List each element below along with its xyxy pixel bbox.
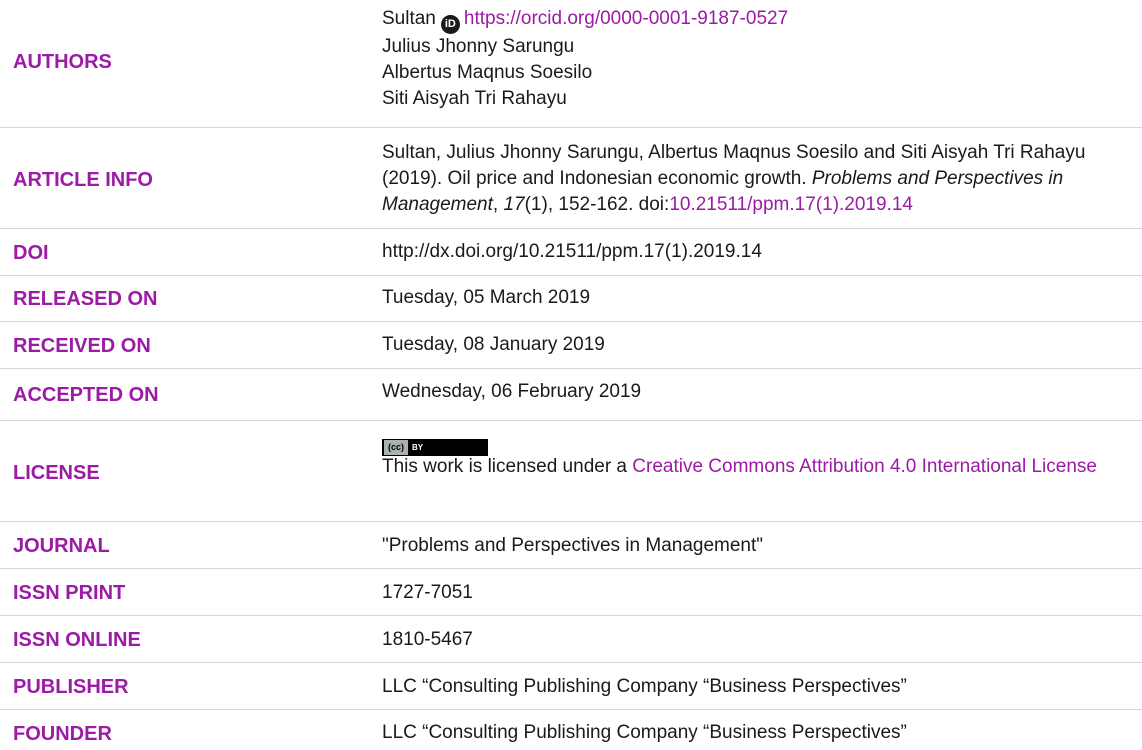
accepted-row: ACCEPTED ON Wednesday, 06 February 2019 <box>0 369 1142 421</box>
doi-row: DOI http://dx.doi.org/10.21511/ppm.17(1)… <box>0 229 1142 276</box>
accepted-value: Wednesday, 06 February 2019 <box>382 381 642 402</box>
license-value: (cc) BY This work is licensed under a Cr… <box>382 432 1122 480</box>
cc-by-badge-icon[interactable]: (cc) BY <box>382 439 488 456</box>
authors-label: AUTHORS <box>13 51 112 73</box>
released-value: Tuesday, 05 March 2019 <box>382 287 591 308</box>
issn-online-value: 1810-5467 <box>382 629 473 650</box>
issn-online-label: ISSN ONLINE <box>13 629 141 651</box>
by-icon: BY <box>412 443 424 452</box>
issn-print-label: ISSN PRINT <box>13 582 126 604</box>
founder-value: LLC “Consulting Publishing Company “Busi… <box>382 722 907 743</box>
license-row: LICENSE (cc) BY This work is licensed un… <box>0 421 1142 522</box>
license-link[interactable]: Creative Commons Attribution 4.0 Interna… <box>632 456 1097 477</box>
publisher-label: PUBLISHER <box>13 676 129 698</box>
publisher-value: LLC “Consulting Publishing Company “Busi… <box>382 676 907 697</box>
authors-row: AUTHORS Sultan iD https://orcid.org/0000-0… <box>0 0 1142 128</box>
issn-online-row: ISSN ONLINE 1810-5467 <box>0 616 1142 663</box>
received-value: Tuesday, 08 January 2019 <box>382 334 605 355</box>
author-item: Albertus Maqnus Soesilo <box>382 62 593 83</box>
citation-doi-link[interactable]: 10.21511/ppm.17(1).2019.14 <box>669 194 913 215</box>
received-row: RECEIVED ON Tuesday, 08 January 2019 <box>0 322 1142 369</box>
released-row: RELEASED ON Tuesday, 05 March 2019 <box>0 276 1142 322</box>
author-name: Sultan <box>382 8 436 29</box>
founder-row: FOUNDER LLC “Consulting Publishing Compa… <box>0 710 1142 750</box>
cc-icon: (cc) <box>384 440 409 455</box>
article-info-value: Sultan, Julius Jhonny Sarungu, Albertus … <box>382 140 1112 218</box>
journal-value: "Problems and Perspectives in Management… <box>382 535 764 556</box>
released-label: RELEASED ON <box>13 288 158 310</box>
publisher-row: PUBLISHER LLC “Consulting Publishing Com… <box>0 663 1142 710</box>
journal-label: JOURNAL <box>13 535 110 557</box>
journal-row: JOURNAL "Problems and Perspectives in Ma… <box>0 522 1142 569</box>
doi-label: DOI <box>13 242 49 264</box>
article-info-row: ARTICLE INFO Sultan, Julius Jhonny Sarun… <box>0 128 1142 229</box>
article-info-label: ARTICLE INFO <box>13 169 153 191</box>
author-item: Siti Aisyah Tri Rahayu <box>382 88 567 109</box>
orcid-link[interactable]: https://orcid.org/0000-0001-9187-0527 <box>464 8 788 29</box>
orcid-icon: iD <box>440 15 460 34</box>
license-label: LICENSE <box>13 462 100 484</box>
authors-value: Sultan iD https://orcid.org/0000-0001-9187… <box>382 6 1122 112</box>
author-item: Sultan iD https://orcid.org/0000-0001-9187… <box>382 6 1122 34</box>
citation-text: (1), 152-162. doi: <box>524 194 670 215</box>
issn-print-row: ISSN PRINT 1727-7051 <box>0 569 1142 616</box>
license-text: This work is licensed under a <box>382 456 633 477</box>
author-item: Julius Jhonny Sarungu <box>382 36 575 57</box>
received-label: RECEIVED ON <box>13 335 151 357</box>
citation-text: , <box>492 194 504 215</box>
citation-volume: 17 <box>503 194 525 215</box>
accepted-label: ACCEPTED ON <box>13 384 159 406</box>
doi-value: http://dx.doi.org/10.21511/ppm.17(1).201… <box>382 241 762 262</box>
founder-label: FOUNDER <box>13 723 112 745</box>
issn-print-value: 1727-7051 <box>382 582 473 603</box>
